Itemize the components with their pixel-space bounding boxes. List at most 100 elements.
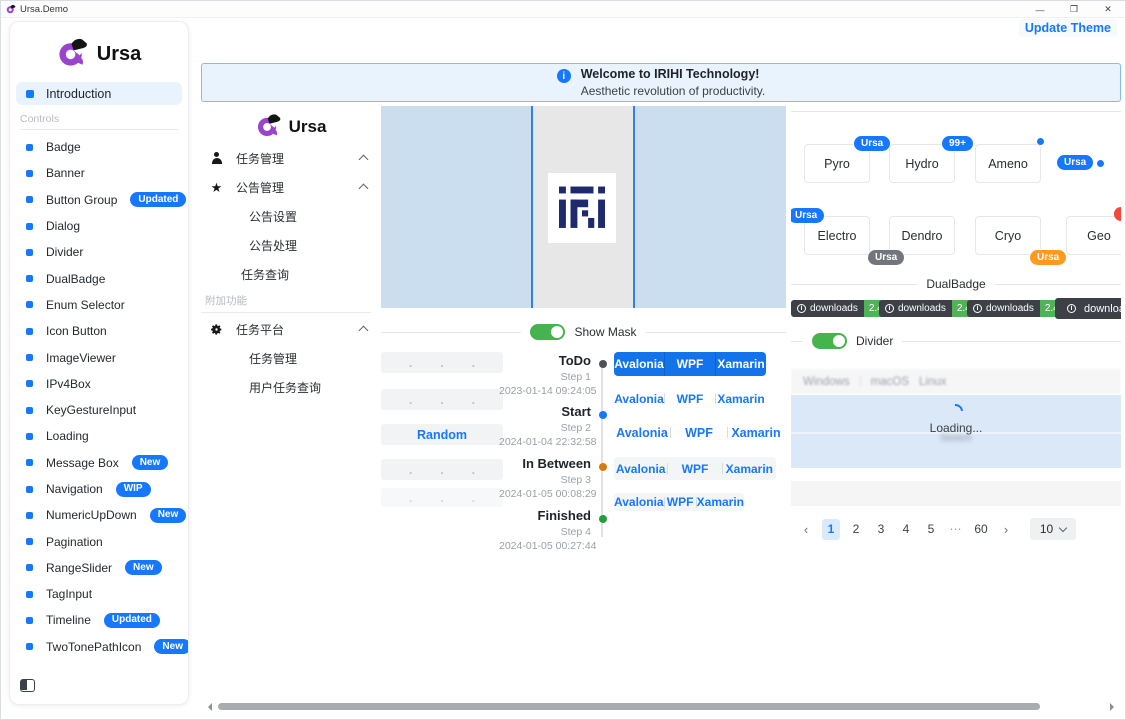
sidebar-item-taginput[interactable]: TagInput [10, 581, 188, 607]
update-theme-button[interactable]: Update Theme [1019, 19, 1117, 37]
tab-windows[interactable]: Windows [803, 376, 850, 388]
sidebar-item-badge[interactable]: Badge [10, 134, 188, 160]
gear-icon [209, 323, 224, 336]
button-group-demo: Avalonia WPF Xamarin Avalonia WPF Xamari… [614, 352, 786, 511]
empty-strip [791, 481, 1121, 506]
sidebar-item-loading[interactable]: Loading [10, 423, 188, 449]
page-button-1[interactable]: 1 [822, 519, 840, 540]
random-button[interactable]: Random [381, 424, 503, 445]
sidebar-item-ipv4box[interactable]: IPv4Box [10, 371, 188, 397]
wpf-button[interactable]: WPF [665, 495, 696, 509]
info-icon: i [885, 304, 894, 313]
sidebar-item-pagination[interactable]: Pagination [10, 528, 188, 554]
menu-item-notice-settings[interactable]: 公告设置 [201, 203, 381, 229]
status-badge: New [132, 455, 169, 470]
menu-item-notice-mgmt[interactable]: ★ 公告管理 [201, 174, 381, 200]
ursa-badge-gray: Ursa [867, 249, 905, 266]
sidebar-item-divider[interactable]: Divider [10, 239, 188, 265]
wpf-button[interactable]: WPF [668, 462, 721, 476]
horizontal-scrollbar[interactable] [201, 700, 1121, 713]
dualbadge: idownloads 2.4k [791, 300, 893, 317]
xamarin-button[interactable]: Xamarin [697, 495, 744, 509]
item-bullet-icon [26, 301, 33, 308]
scroll-left-icon[interactable] [204, 703, 212, 711]
ipv4-input[interactable]: ... [381, 352, 503, 373]
sidebar-item-twotonepathicon[interactable]: TwoTonePathIconNew [10, 634, 188, 660]
tab-linux[interactable]: Linux [919, 376, 947, 388]
avalonia-button[interactable]: Avalonia [614, 495, 664, 509]
minimize-icon[interactable]: — [1023, 1, 1057, 18]
sidebar-item-button-group[interactable]: Button GroupUpdated [10, 187, 188, 213]
wpf-button[interactable]: WPF [665, 352, 716, 376]
sidebar-item-enum-selector[interactable]: Enum Selector [10, 292, 188, 318]
sidebar-item-navigation[interactable]: NavigationWIP [10, 476, 188, 502]
page-size-select[interactable]: 10 [1030, 518, 1076, 540]
menu-item-user-task-query[interactable]: 用户任务查询 [201, 374, 381, 400]
divider-toggle[interactable] [812, 333, 847, 349]
button-group-soft: Avalonia WPF Xamarin [614, 457, 776, 480]
sidebar-group-controls: Controls [20, 113, 178, 130]
sidebar-item-keygestureinput[interactable]: KeyGestureInput [10, 397, 188, 423]
avalonia-button[interactable]: Avalonia [614, 426, 670, 440]
page-button-2[interactable]: 2 [847, 519, 865, 540]
close-icon[interactable]: ✕ [1091, 1, 1125, 18]
page-button-4[interactable]: 4 [897, 519, 915, 540]
show-mask-toggle[interactable] [530, 324, 565, 340]
button-group-compact: Avalonia WPF Xamarin [614, 493, 744, 511]
ipv4-input[interactable]: ... [381, 459, 503, 480]
xamarin-button[interactable]: Xamarin [716, 352, 766, 376]
dot-badge [1097, 160, 1104, 167]
item-bullet-icon [26, 328, 33, 335]
page-button-3[interactable]: 3 [872, 519, 890, 540]
scroll-right-icon[interactable] [1110, 703, 1118, 711]
chevron-up-icon[interactable] [359, 184, 369, 194]
dualbadge-divider: DualBadge [791, 277, 1121, 291]
avalonia-button[interactable]: Avalonia [614, 462, 667, 476]
menu-item-task-platform[interactable]: 任务平台 [201, 316, 381, 342]
sidebar-collapse-icon[interactable] [20, 679, 35, 692]
xamarin-button[interactable]: Xamarin [723, 462, 776, 476]
page-button-5[interactable]: 5 [922, 519, 940, 540]
item-bullet-icon [26, 249, 33, 256]
wpf-button[interactable]: WPF [671, 426, 727, 440]
sidebar-item-dualbadge[interactable]: DualBadge [10, 265, 188, 291]
menu-item-task-query[interactable]: 任务查询 [201, 261, 381, 287]
next-page-button[interactable]: › [997, 519, 1015, 540]
sidebar-item-icon-button[interactable]: Icon Button [10, 318, 188, 344]
scrollbar-thumb[interactable] [218, 703, 1040, 710]
sidebar-item-banner[interactable]: Banner [10, 160, 188, 186]
sidebar-item-introduction[interactable]: Introduction [16, 82, 182, 105]
ipv4-input[interactable]: ... [381, 389, 503, 410]
tab-macos[interactable]: macOS [871, 376, 909, 388]
page-button-60[interactable]: 60 [972, 519, 990, 540]
page-ellipsis: ⋯ [947, 519, 965, 540]
sidebar-item-timeline[interactable]: TimelineUpdated [10, 607, 188, 633]
image-viewer[interactable] [381, 106, 786, 308]
viewer-guide-line[interactable] [633, 106, 635, 308]
prev-page-button[interactable]: ‹ [797, 519, 815, 540]
status-badge: New [125, 560, 162, 575]
right-panel: Pyro Ursa Hydro 99+ Ameno Ursa Electro U… [791, 111, 1121, 671]
xamarin-button[interactable]: Xamarin [728, 426, 784, 440]
maximize-icon[interactable]: ❐ [1057, 1, 1091, 18]
chevron-up-icon[interactable] [359, 326, 369, 336]
chevron-up-icon[interactable] [359, 155, 369, 165]
red-dot-badge [1114, 207, 1121, 221]
xamarin-button[interactable]: Xamarin [716, 392, 766, 406]
sidebar-item-numericupdown[interactable]: NumericUpDownNew [10, 502, 188, 528]
status-badge: New [154, 639, 189, 654]
wpf-button[interactable]: WPF [665, 392, 715, 406]
menu-item-notice-handle[interactable]: 公告处理 [201, 232, 381, 258]
viewer-guide-line[interactable] [531, 106, 533, 308]
info-icon: i [797, 304, 806, 313]
timeline-item-in-between: In Between Step 3 2024-01-05 00:08:29 [499, 456, 591, 500]
sidebar-item-rangeslider[interactable]: RangeSliderNew [10, 555, 188, 581]
sidebar-item-message-box[interactable]: Message BoxNew [10, 450, 188, 476]
divider-line [381, 332, 521, 333]
sidebar-item-dialog[interactable]: Dialog [10, 213, 188, 239]
avalonia-button[interactable]: Avalonia [614, 392, 664, 406]
avalonia-button[interactable]: Avalonia [614, 352, 665, 376]
sidebar-item-imageviewer[interactable]: ImageViewer [10, 344, 188, 370]
menu-item-task-mgmt-2[interactable]: 任务管理 [201, 345, 381, 371]
menu-item-task-mgmt[interactable]: 任务管理 [201, 145, 381, 171]
